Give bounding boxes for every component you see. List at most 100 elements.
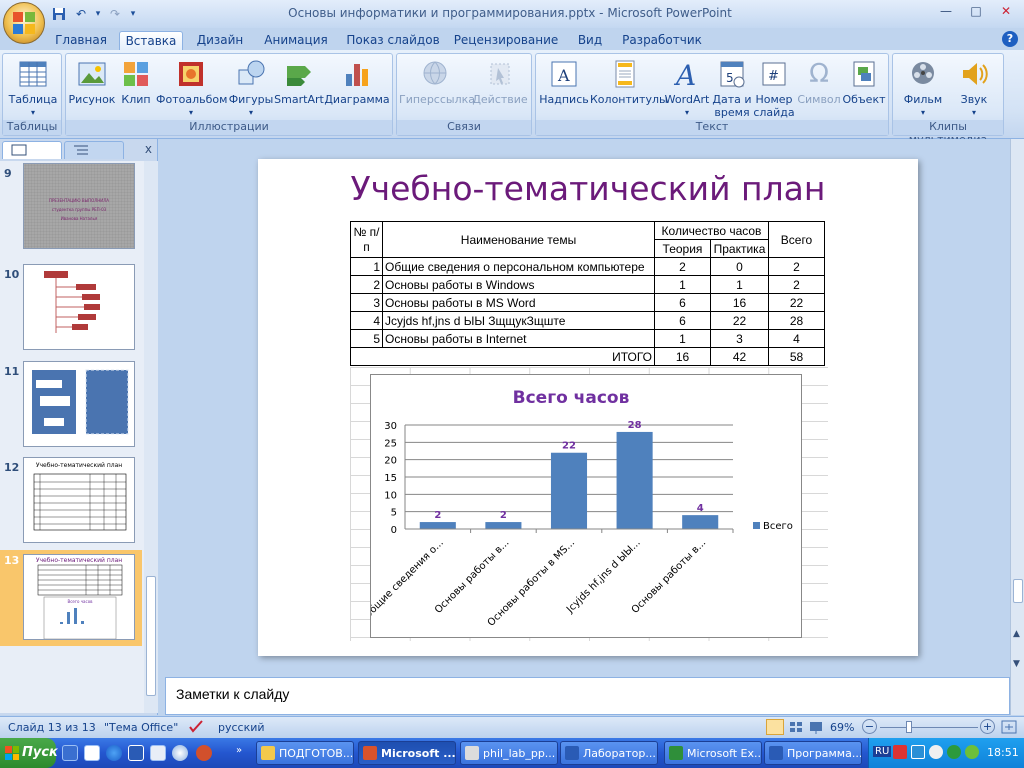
- symbol-button[interactable]: Ω Символ: [796, 56, 842, 106]
- slide-thumbnail[interactable]: 11: [0, 361, 142, 455]
- outlook-icon[interactable]: [84, 745, 100, 761]
- hyperlink-button[interactable]: Гиперссылка: [399, 56, 475, 106]
- word-icon[interactable]: [128, 745, 144, 761]
- tab-animation[interactable]: Анимация: [258, 31, 334, 50]
- table-button[interactable]: Таблица ▾: [5, 56, 61, 119]
- table-row: 3 Основы работы в MS Word 6 16 22: [350, 293, 825, 312]
- tray-network-icon[interactable]: [893, 745, 907, 759]
- tab-outline[interactable]: [64, 141, 124, 159]
- object-button[interactable]: Объект: [842, 56, 886, 106]
- tray-clock-icon[interactable]: [929, 745, 943, 759]
- normal-view-icon[interactable]: [766, 719, 784, 735]
- slide-thumbnail[interactable]: 10: [0, 264, 142, 358]
- fit-to-window-icon[interactable]: [1000, 719, 1018, 735]
- tab-insert[interactable]: Вставка: [119, 31, 183, 50]
- slide-canvas[interactable]: Учебно-тематический план № п/п Наименова…: [258, 159, 918, 656]
- slide-number: 9: [4, 167, 12, 180]
- tray-app-icon[interactable]: [911, 745, 925, 759]
- calendar-icon: 5: [716, 58, 748, 90]
- hours-bar-chart[interactable]: Всего часов 0 5 10 15 20 25 30 2 Общие сведения о…: [362, 374, 802, 638]
- spellcheck-icon[interactable]: [188, 720, 204, 734]
- next-slide-icon[interactable]: ▼: [1013, 659, 1023, 669]
- header-number: № п/п: [350, 221, 383, 258]
- maximize-button[interactable]: □: [962, 3, 990, 21]
- slide-sorter-icon[interactable]: [788, 719, 804, 735]
- zoom-slider-handle[interactable]: [906, 721, 912, 733]
- photoalbum-button[interactable]: Фотоальбом ▾: [156, 56, 227, 119]
- tab-home[interactable]: Главная: [52, 31, 110, 50]
- row-topic: Основы работы в Windows: [382, 275, 655, 294]
- chart-bar: [616, 431, 653, 529]
- slides-pane-scrollbar[interactable]: [144, 161, 158, 713]
- taskbar-task[interactable]: Microsoft Ex...: [664, 741, 762, 765]
- office-button[interactable]: [3, 2, 45, 44]
- zoom-in-button[interactable]: +: [980, 719, 995, 734]
- scrollbar-thumb[interactable]: [146, 576, 156, 696]
- smartart-button[interactable]: SmartArt: [274, 56, 324, 106]
- start-button[interactable]: Пуск: [0, 738, 58, 768]
- wordart-button[interactable]: A WordArt ▾: [662, 56, 712, 119]
- sound-button[interactable]: Звук ▾: [949, 56, 999, 119]
- slideshow-view-icon[interactable]: [808, 719, 824, 735]
- shapes-button[interactable]: Фигуры ▾: [228, 56, 274, 119]
- curriculum-table[interactable]: № п/п Наименование темы Количество часов…: [350, 221, 825, 366]
- row-theory: 1: [654, 329, 711, 348]
- show-desktop-icon[interactable]: [62, 745, 78, 761]
- picture-button[interactable]: Рисунок: [68, 56, 116, 106]
- customize-qat-icon[interactable]: ▾: [128, 6, 138, 22]
- slide-title[interactable]: Учебно-тематический план: [258, 169, 918, 208]
- taskbar-task[interactable]: Программа...: [764, 741, 862, 765]
- shapes-icon: [235, 58, 267, 90]
- taskbar-task[interactable]: Microsoft ...: [358, 741, 456, 765]
- slide-number-button[interactable]: # Номер слайда: [752, 56, 796, 119]
- slide-thumbnail[interactable]: 12 Учебно-тематический план: [0, 457, 142, 551]
- taskbar-task[interactable]: phil_lab_pp...: [460, 741, 558, 765]
- help-icon[interactable]: ?: [1002, 31, 1018, 47]
- task-label: Microsoft ...: [381, 747, 456, 760]
- undo-icon[interactable]: ↶: [72, 6, 90, 22]
- tab-design[interactable]: Дизайн: [192, 31, 248, 50]
- language-bar[interactable]: RU: [873, 746, 892, 757]
- clip-button[interactable]: Клип: [118, 56, 154, 106]
- zoom-slider-track[interactable]: [880, 727, 978, 728]
- datetime-button[interactable]: 5 Дата и время: [712, 56, 752, 119]
- tab-slideshow[interactable]: Показ слайдов: [344, 31, 442, 50]
- save-icon[interactable]: [50, 6, 68, 22]
- taskbar-expand-icon[interactable]: »: [236, 745, 246, 761]
- tool-icon[interactable]: [196, 745, 212, 761]
- tray-skype-icon[interactable]: [947, 745, 961, 759]
- tab-view[interactable]: Вид: [570, 31, 610, 50]
- prev-slide-icon[interactable]: ▲: [1013, 629, 1023, 639]
- notes-pane[interactable]: Заметки к слайду: [165, 677, 1010, 715]
- undo-dropdown-icon[interactable]: ▾: [94, 6, 102, 22]
- taskbar-task[interactable]: ПОДГОТОВ...: [256, 741, 354, 765]
- action-button[interactable]: Действие: [471, 56, 529, 106]
- editor-scrollbar[interactable]: ▲ ▼: [1010, 139, 1024, 715]
- language-indicator[interactable]: русский: [218, 721, 265, 734]
- browser-icon[interactable]: [172, 745, 188, 761]
- bar-data-label: 28: [628, 420, 642, 431]
- app-icon[interactable]: [150, 745, 166, 761]
- tray-icq-icon[interactable]: [965, 745, 979, 759]
- redo-icon[interactable]: ↷: [106, 6, 124, 22]
- chart-button[interactable]: Диаграмма: [324, 56, 390, 106]
- slide-thumbnail-selected[interactable]: 13 Учебно-тематический план Всего часов: [0, 550, 142, 646]
- tab-review[interactable]: Рецензирование: [451, 31, 561, 50]
- slide-thumbnail[interactable]: 9 ПРЕЗЕНТАЦИЮ ВЫПОЛНИЛА студентка группы…: [0, 163, 142, 257]
- textbox-button[interactable]: A Надпись: [538, 56, 590, 106]
- minimize-button[interactable]: —: [932, 3, 960, 21]
- tab-slides[interactable]: [2, 141, 62, 159]
- slide-11-preview: [23, 361, 135, 447]
- editor-scrollbar-thumb[interactable]: [1013, 579, 1023, 603]
- header-footer-button[interactable]: Колонтитулы: [590, 56, 668, 106]
- close-button[interactable]: ✕: [992, 3, 1020, 21]
- taskbar-task[interactable]: Лаборатор...: [560, 741, 658, 765]
- internet-explorer-icon[interactable]: [106, 745, 122, 761]
- theme-name[interactable]: "Тема Office": [104, 721, 178, 734]
- movie-button[interactable]: Фильм ▾: [897, 56, 949, 119]
- close-pane-icon[interactable]: x: [145, 142, 152, 156]
- y-tick-label: 0: [391, 525, 397, 536]
- zoom-level[interactable]: 69%: [830, 721, 854, 734]
- tab-developer[interactable]: Разработчик: [620, 31, 704, 50]
- zoom-out-button[interactable]: −: [862, 719, 877, 734]
